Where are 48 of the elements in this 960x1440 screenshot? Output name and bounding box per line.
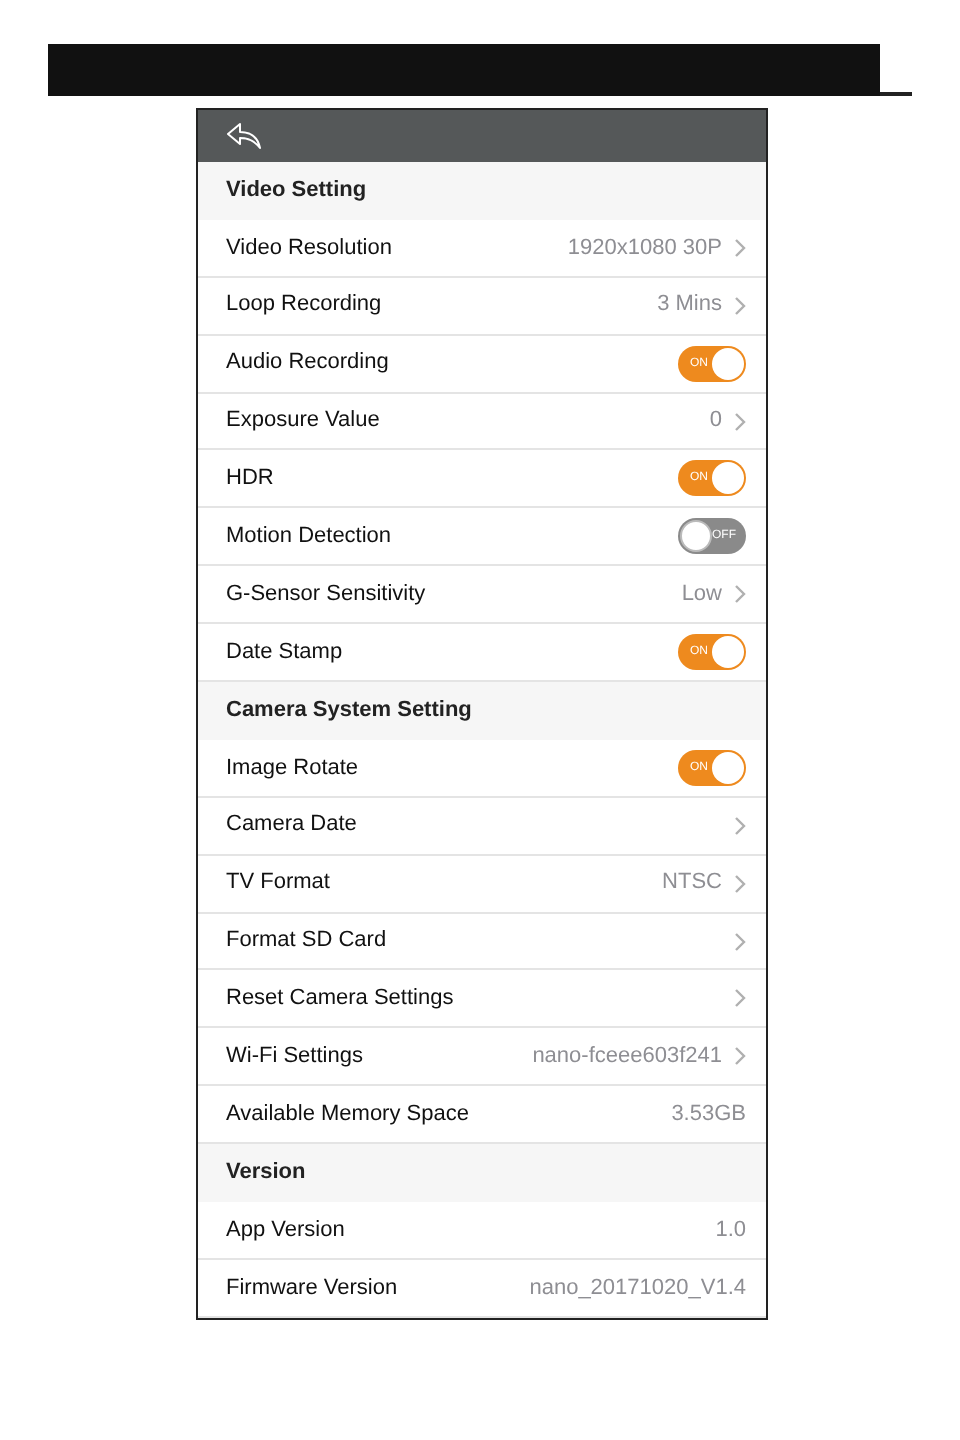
chevron-right-icon [734, 1046, 746, 1067]
setting-label: Reset Camera Settings [226, 984, 454, 1015]
setting-label: HDR [226, 464, 274, 495]
settings-row[interactable]: Video Resolution 1920x1080 30P [198, 219, 766, 278]
setting-value: Low [681, 579, 722, 610]
settings-row[interactable]: Available Memory Space 3.53GB [198, 1086, 766, 1145]
setting-label: TV Format [226, 868, 330, 899]
setting-label: Available Memory Space [226, 1099, 469, 1130]
setting-value: 0 [709, 406, 722, 437]
chevron-right-icon [734, 237, 746, 258]
chevron-right-icon [734, 988, 746, 1009]
setting-value: nano-fceee603f241 [532, 1042, 722, 1073]
settings-row[interactable]: Exposure Value 0 [198, 393, 766, 451]
setting-label: App Version [226, 1215, 345, 1246]
back-arrow-icon[interactable] [226, 122, 262, 150]
settings-row[interactable]: Camera Date [198, 797, 766, 856]
setting-label: Loop Recording [226, 290, 382, 321]
setting-label: Video Resolution [226, 233, 392, 264]
setting-value: 3 Mins [657, 290, 722, 321]
settings-row[interactable]: G-Sensor Sensitivity Low [198, 566, 766, 625]
settings-row[interactable]: Wi-Fi Settings nano-fceee603f241 [198, 1028, 766, 1087]
chevron-right-icon [734, 411, 746, 431]
setting-label: Camera Date [226, 810, 357, 841]
setting-label: Audio Recording [226, 348, 389, 379]
setting-value: 1.0 [715, 1215, 746, 1246]
settings-row[interactable]: Firmware Version nano_20171020_V1.4 [198, 1259, 766, 1318]
setting-label: Wi-Fi Settings [226, 1042, 363, 1073]
chevron-right-icon [734, 931, 746, 952]
chevron-right-icon [734, 873, 746, 894]
setting-label: Exposure Value [226, 406, 380, 437]
chevron-right-icon [734, 584, 746, 605]
setting-label: G-Sensor Sensitivity [226, 579, 426, 610]
setting-label: Image Rotate [226, 753, 359, 784]
setting-label: Motion Detection [226, 522, 392, 553]
setting-value: 1920x1080 30P [567, 233, 722, 264]
settings-row[interactable]: Loop Recording 3 Mins [198, 277, 766, 336]
setting-label: Format SD Card [226, 926, 387, 957]
setting-value: 3.53GB [671, 1099, 746, 1130]
settings-row[interactable]: Format SD Card [198, 913, 766, 971]
settings-row[interactable]: Reset Camera Settings [198, 970, 766, 1029]
settings-row[interactable]: App Version 1.0 [198, 1202, 766, 1260]
setting-label: Date Stamp [226, 637, 343, 668]
setting-label: Firmware Version [226, 1273, 398, 1304]
setting-value: nano_20171020_V1.4 [529, 1273, 746, 1304]
chevron-right-icon [734, 295, 746, 316]
setting-value: NTSC [662, 868, 722, 899]
chevron-right-icon [734, 815, 746, 836]
settings-row[interactable]: TV Format NTSC [198, 855, 766, 914]
